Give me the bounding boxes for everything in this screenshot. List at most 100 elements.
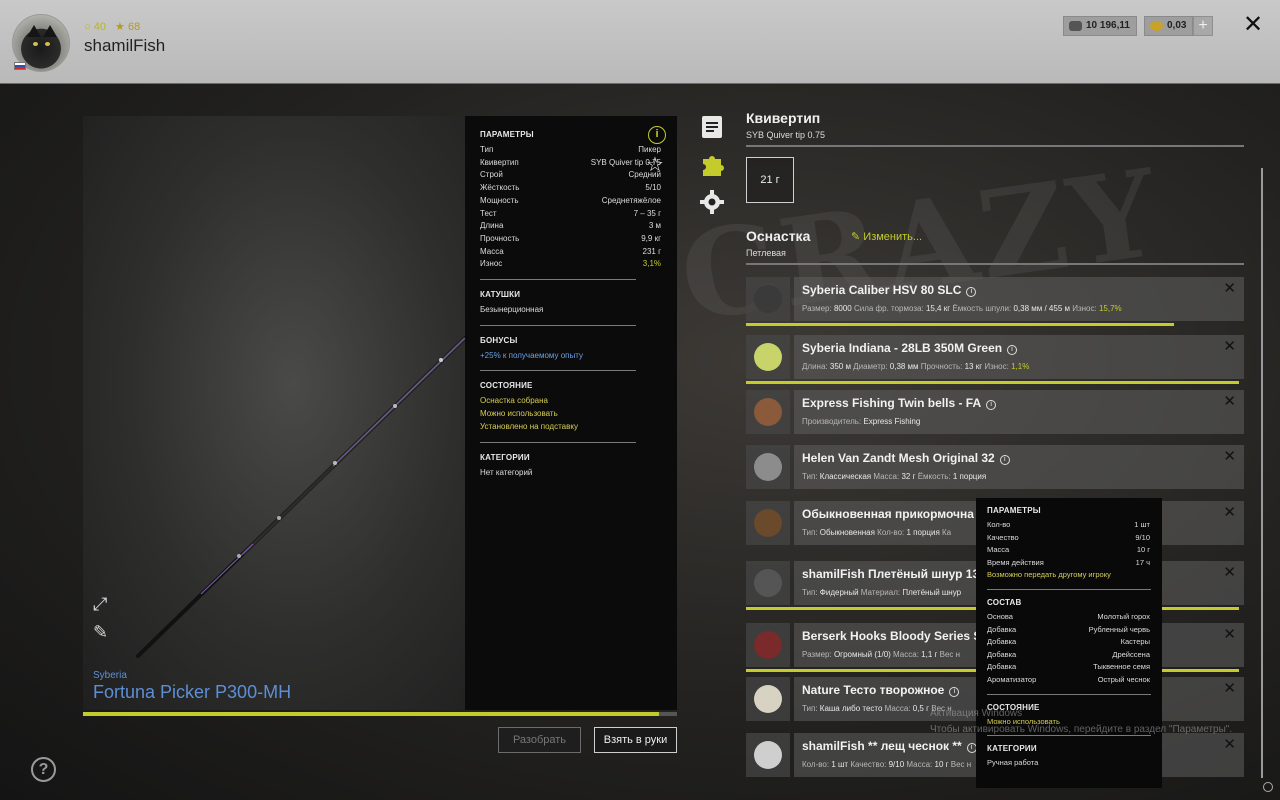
rig-subtitle: Петлевая [746, 248, 786, 258]
favorite-star-icon[interactable]: ☆ [646, 152, 664, 177]
rig-item[interactable]: Syberia Caliber HSV 80 SLC i Размер: 8000 … [746, 276, 1244, 326]
info-icon[interactable]: i [1007, 345, 1018, 355]
rod-tool-icon[interactable]: ✎ [93, 622, 108, 643]
divider [987, 693, 1151, 695]
remove-item-icon[interactable]: ✕ [1223, 679, 1236, 697]
info-icon[interactable]: i [999, 455, 1010, 465]
item-meta-label: Тип: [802, 472, 820, 481]
tooltip-composition-row-label: Добавка [987, 662, 1017, 672]
info-icon[interactable]: i [966, 287, 977, 297]
tooltip-parameter-row-value: 1 шт [1134, 520, 1150, 529]
item-name-text: shamilFish ** лещ чеснок ** [802, 739, 962, 753]
parameter-row-value: 231 г [642, 246, 662, 256]
remove-item-icon[interactable]: ✕ [1223, 503, 1236, 521]
item-meta: Тип: Фидерный Материал: Плетёный шнур [802, 588, 961, 597]
item-meta-label: Размер: [802, 650, 834, 659]
item-meta-label: Материал: [858, 588, 903, 597]
fullscreen-icon[interactable]: ⤢ [93, 594, 107, 615]
remove-item-icon[interactable]: ✕ [1223, 447, 1236, 465]
scrollbar[interactable] [1261, 168, 1263, 778]
tooltip-composition-row: Добавка Дрейссена [987, 649, 1150, 662]
info-icon[interactable]: i [986, 400, 997, 410]
rod-3d-view[interactable]: ⤢ ✎ Syberia Fortuna Picker P300-MH [83, 116, 465, 710]
add-currency-button[interactable]: + [1193, 16, 1213, 36]
item-image [754, 398, 782, 426]
item-body[interactable]: Helen Van Zandt Mesh Original 32 i Тип: Кл… [794, 445, 1244, 489]
tooltip-parameter-row-value: 17 ч [1135, 557, 1150, 567]
tooltip-composition-row: Добавка Кастеры [987, 636, 1150, 649]
parameter-row-label: Тест [480, 208, 497, 218]
item-meta-label: Ка [939, 528, 952, 537]
item-thumbnail[interactable] [746, 277, 790, 321]
description-tab-icon[interactable] [700, 115, 724, 139]
rig-item[interactable]: Helen Van Zandt Mesh Original 32 i Тип: Кл… [746, 444, 1244, 490]
disassemble-button[interactable]: Разобрать [498, 727, 581, 753]
item-meta-label: Тип: [802, 588, 820, 597]
parameter-row: Тип Пикер [480, 144, 661, 157]
help-icon[interactable]: ? [31, 757, 56, 782]
item-image [754, 569, 782, 597]
item-meta-label: Производитель: [802, 417, 864, 426]
item-thumbnail[interactable] [746, 561, 790, 605]
item-meta-label: Длина: [802, 362, 830, 371]
item-image [754, 453, 782, 481]
parameter-row-value: 3,1% [642, 259, 661, 269]
item-thumbnail[interactable] [746, 335, 790, 379]
item-body[interactable]: Syberia Indiana - 28LB 350M Green i Длина:… [794, 335, 1244, 379]
puzzle-tab-icon[interactable] [700, 153, 724, 177]
remove-item-icon[interactable]: ✕ [1223, 392, 1236, 410]
item-meta: Производитель: Express Fishing [802, 417, 920, 426]
parameter-row-label: Длина [480, 221, 504, 231]
item-durability-bar [746, 381, 1240, 384]
item-image [754, 631, 782, 659]
item-name: Syberia Caliber HSV 80 SLC i [802, 283, 977, 297]
rig-edit-link[interactable]: ✎ Изменить... [851, 230, 922, 243]
remove-item-icon[interactable]: ✕ [1223, 337, 1236, 355]
tooltip-composition-row: Добавка Рубленный червь [987, 624, 1150, 637]
item-name: shamilFish Плетёный шнур 13i [802, 567, 995, 581]
rig-item[interactable]: Syberia Indiana - 28LB 350M Green i Длина:… [746, 334, 1244, 384]
parameter-row-label: Строй [480, 170, 503, 180]
settings-corner-icon[interactable] [1263, 782, 1273, 792]
tooltip-composition-row-value: Молотый горох [1097, 611, 1150, 621]
remove-item-icon[interactable]: ✕ [1223, 625, 1236, 643]
item-meta: Тип: Классическая Масса: 32 г Ёмкость: 1… [802, 472, 986, 481]
divider [480, 441, 636, 443]
item-thumbnail[interactable] [746, 733, 790, 777]
rig-item[interactable]: Express Fishing Twin bells - FA i Производ… [746, 389, 1244, 435]
item-meta-value: Плетёный шнур [902, 588, 962, 597]
gear-tab-icon[interactable] [700, 190, 724, 214]
info-icon[interactable]: i [949, 687, 960, 697]
info-icon[interactable]: i [648, 126, 666, 144]
item-meta-value: 13 кг [964, 362, 983, 371]
item-meta-value: 15,4 кг [925, 304, 951, 313]
item-thumbnail[interactable] [746, 390, 790, 434]
item-thumbnail[interactable] [746, 501, 790, 545]
parameters-list: Тип Пикер Квивертип SYB Quiver tip 0.75 Стро… [480, 144, 661, 271]
item-thumbnail[interactable] [746, 445, 790, 489]
item-meta-value: 8000 [833, 304, 852, 313]
remove-item-icon[interactable]: ✕ [1223, 279, 1236, 297]
divider [746, 145, 1244, 147]
rod-brand: Syberia [93, 670, 127, 681]
quiver-weight-slot[interactable]: 21 г [746, 157, 794, 203]
gold-coins-icon [1150, 21, 1163, 31]
avatar-cat-eye [45, 42, 50, 46]
remove-item-icon[interactable]: ✕ [1223, 563, 1236, 581]
close-icon[interactable]: ✕ [1240, 12, 1266, 38]
quiver-title: Квивертип [746, 110, 821, 126]
take-in-hands-button[interactable]: Взять в руки [594, 727, 677, 753]
item-thumbnail[interactable] [746, 623, 790, 667]
item-body[interactable]: Syberia Caliber HSV 80 SLC i Размер: 8000 … [794, 277, 1244, 321]
avatar-cat-ear [43, 25, 57, 37]
item-meta: Кол-во: 1 шт Качество: 9/10 Масса: 10 г … [802, 760, 971, 769]
remove-item-icon[interactable]: ✕ [1223, 735, 1236, 753]
reels-title: КАТУШКИ [480, 290, 521, 300]
tooltip-composition-row-value: Кастеры [1120, 637, 1150, 647]
item-thumbnail[interactable] [746, 677, 790, 721]
item-name: Обыкновенная прикормочнаi [802, 507, 989, 521]
item-durability-bar [746, 323, 1175, 326]
item-body[interactable]: Express Fishing Twin bells - FA i Производ… [794, 390, 1244, 434]
silver-coins-icon [1069, 21, 1082, 31]
parameter-row-label: Износ [480, 259, 503, 269]
